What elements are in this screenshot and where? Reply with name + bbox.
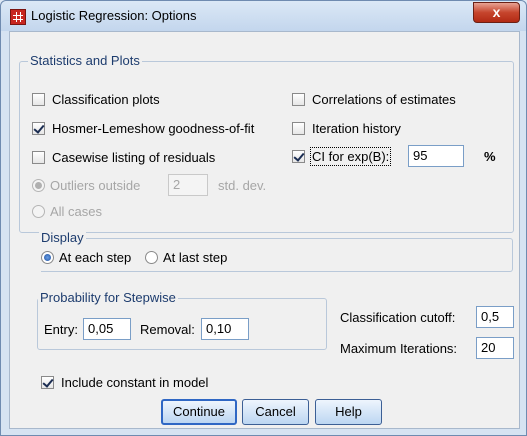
ci-exp-b-label: CI for exp(B): bbox=[309, 146, 392, 166]
statistics-and-plots-legend: Statistics and Plots bbox=[28, 53, 142, 68]
hosmer-lemeshow-checkbox[interactable]: Hosmer-Lemeshow goodness-of-fit bbox=[32, 119, 254, 137]
at-each-step-radio[interactable]: At each step bbox=[41, 248, 131, 266]
hosmer-lemeshow-label: Hosmer-Lemeshow goodness-of-fit bbox=[52, 120, 255, 136]
outliers-outside-label: Outliers outside bbox=[50, 177, 141, 193]
radio-dot[interactable] bbox=[41, 250, 54, 264]
ci-level-input[interactable]: 95 bbox=[408, 145, 464, 167]
std-dev-unit-label: std. dev. bbox=[218, 178, 267, 193]
classification-cutoff-input[interactable]: 0,5 bbox=[476, 306, 514, 328]
entry-input[interactable]: 0,05 bbox=[83, 318, 131, 340]
iteration-history-checkbox[interactable]: Iteration history bbox=[292, 119, 401, 137]
correlations-checkbox[interactable]: Correlations of estimates bbox=[292, 90, 456, 108]
maximum-iterations-input[interactable]: 20 bbox=[476, 337, 514, 359]
classification-plots-label: Classification plots bbox=[52, 91, 160, 107]
checkbox-box-checked[interactable] bbox=[292, 149, 305, 163]
title-bar[interactable]: Logistic Regression: Options x bbox=[1, 1, 526, 31]
checkbox-box[interactable] bbox=[292, 92, 305, 106]
casewise-listing-label: Casewise listing of residuals bbox=[52, 149, 216, 165]
statistics-and-plots-group: Statistics and Plots Classification plot… bbox=[19, 54, 514, 233]
help-button[interactable]: Help bbox=[315, 399, 382, 425]
casewise-listing-checkbox[interactable]: Casewise listing of residuals bbox=[32, 148, 215, 166]
correlations-label: Correlations of estimates bbox=[312, 91, 456, 107]
classification-cutoff-label: Classification cutoff: bbox=[340, 310, 456, 325]
checkbox-box-checked[interactable] bbox=[41, 375, 54, 389]
removal-label: Removal: bbox=[140, 322, 195, 337]
at-last-step-radio[interactable]: At last step bbox=[145, 248, 227, 266]
at-each-step-label: At each step bbox=[59, 249, 132, 265]
spss-table-icon bbox=[10, 9, 26, 25]
include-constant-label: Include constant in model bbox=[61, 374, 209, 390]
window-title: Logistic Regression: Options bbox=[31, 8, 197, 23]
close-button[interactable]: x bbox=[473, 2, 520, 23]
outliers-std-dev-input[interactable]: 2 bbox=[168, 174, 208, 196]
checkbox-box-checked[interactable] bbox=[32, 121, 45, 135]
probability-for-stepwise-legend: Probability for Stepwise bbox=[38, 290, 178, 305]
checkbox-box[interactable] bbox=[292, 121, 305, 135]
probability-for-stepwise-group: Probability for Stepwise Entry: 0,05 Rem… bbox=[37, 291, 327, 350]
checkbox-box[interactable] bbox=[32, 92, 45, 106]
include-constant-checkbox[interactable]: Include constant in model bbox=[41, 373, 208, 391]
outliers-outside-radio[interactable]: Outliers outside bbox=[32, 176, 140, 194]
radio-dot[interactable] bbox=[32, 204, 45, 218]
radio-dot[interactable] bbox=[32, 178, 45, 192]
removal-input[interactable]: 0,10 bbox=[201, 318, 249, 340]
maximum-iterations-label: Maximum Iterations: bbox=[340, 341, 458, 356]
ci-percent-label: % bbox=[484, 149, 496, 164]
dialog-content: Statistics and Plots Classification plot… bbox=[9, 31, 520, 429]
entry-label: Entry: bbox=[44, 322, 78, 337]
continue-button[interactable]: Continue bbox=[161, 399, 237, 425]
display-legend: Display bbox=[39, 230, 86, 245]
at-last-step-label: At last step bbox=[163, 249, 228, 265]
dialog-window: Logistic Regression: Options x Statistic… bbox=[0, 0, 527, 436]
cancel-button[interactable]: Cancel bbox=[242, 399, 309, 425]
checkbox-box[interactable] bbox=[32, 150, 45, 164]
display-group: Display At each step At last step bbox=[39, 231, 513, 272]
ci-exp-b-checkbox[interactable]: CI for exp(B): bbox=[292, 146, 392, 166]
classification-plots-checkbox[interactable]: Classification plots bbox=[32, 90, 160, 108]
all-cases-label: All cases bbox=[50, 203, 103, 219]
iteration-history-label: Iteration history bbox=[312, 120, 401, 136]
all-cases-radio[interactable]: All cases bbox=[32, 202, 102, 220]
radio-dot[interactable] bbox=[145, 250, 158, 264]
